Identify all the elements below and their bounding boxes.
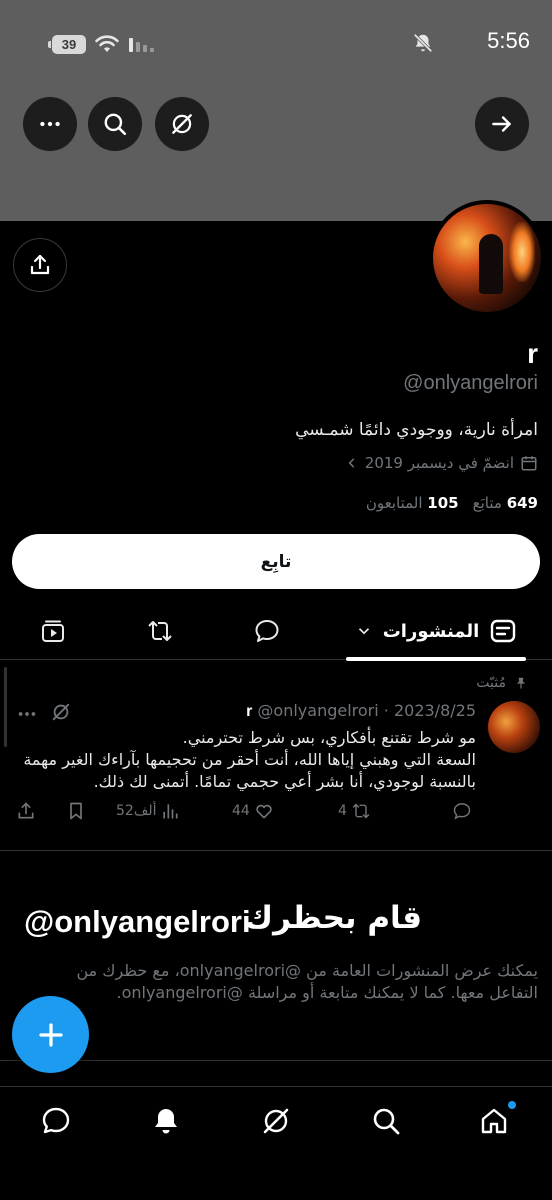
share-profile-button[interactable]: [13, 238, 67, 292]
tab-posts[interactable]: المنشورات: [346, 602, 526, 660]
share-icon: [30, 254, 50, 275]
pinned-label: مُثبّت: [476, 675, 506, 691]
following-link[interactable]: 649 متابَع: [473, 494, 538, 512]
tab-replies[interactable]: [244, 602, 290, 660]
more-horizontal-icon: [40, 121, 60, 127]
profile-tabs: المنشورات: [0, 602, 552, 661]
joined-date: انضمّ في ديسمبر 2019: [345, 454, 538, 472]
display-name: r: [527, 338, 538, 369]
pin-icon: [516, 677, 526, 689]
profile-avatar[interactable]: [429, 200, 545, 316]
pinned-indicator: مُثبّت: [476, 675, 528, 691]
grok-icon[interactable]: [50, 701, 72, 723]
follow-stats: 649 متابَع 105 المتابعون: [366, 494, 538, 512]
following-label: متابَع: [472, 494, 502, 512]
forward-button[interactable]: [475, 97, 529, 151]
pinned-post[interactable]: مُثبّت r @onlyangelrori · 2023/8/25 مو ش…: [0, 661, 552, 851]
likes-value: 44: [232, 803, 250, 819]
arrow-forward-icon: [492, 116, 511, 132]
reply-icon: [255, 620, 279, 642]
search-button[interactable]: [88, 97, 142, 151]
joined-text: انضمّ في ديسمبر 2019: [364, 454, 514, 472]
more-button[interactable]: [23, 97, 77, 151]
battery-icon: 39: [48, 35, 86, 54]
views-value: 52ألف: [116, 803, 157, 819]
chevron-down-icon: [358, 628, 369, 635]
reply-icon: [453, 803, 471, 820]
bottom-nav: [0, 1086, 552, 1200]
following-count: 649: [506, 494, 538, 512]
blocked-title: قام بحظرك: [244, 900, 422, 936]
post-text: مو شرط تقتنع بأفكاري، بس شرط تحترمني. ال…: [23, 728, 476, 791]
chevron-left-icon: [348, 458, 355, 468]
views-count[interactable]: 52ألف: [116, 801, 180, 821]
profile-handle: @onlyangelrori: [403, 372, 538, 394]
followers-count: 105: [427, 494, 459, 512]
post-header: r @onlyangelrori · 2023/8/25: [246, 701, 476, 721]
grok-icon: [263, 1108, 289, 1134]
share-post-button[interactable]: [16, 801, 36, 821]
posts-icon: [491, 619, 516, 643]
nav-notifications[interactable]: [150, 1105, 186, 1141]
tab-reposts[interactable]: [137, 602, 183, 660]
compose-button[interactable]: [12, 996, 89, 1073]
avatar-figure: [479, 234, 503, 294]
tab-media[interactable]: [30, 602, 76, 660]
like-button[interactable]: 44: [232, 801, 274, 821]
reply-button[interactable]: [452, 801, 472, 821]
heart-icon: [256, 804, 272, 819]
repost-icon: [148, 621, 172, 641]
post-avatar[interactable]: [488, 701, 540, 753]
profile-bio: امرأة نارية، ووجودي دائمًا شمـسي: [295, 420, 538, 440]
nav-messages[interactable]: [40, 1105, 76, 1141]
nav-search[interactable]: [370, 1105, 406, 1141]
tab-posts-label: المنشورات: [382, 620, 480, 642]
post-handle-date: @onlyangelrori · 2023/8/25: [257, 701, 476, 720]
bookmark-button[interactable]: [66, 801, 86, 821]
signal-icon: [129, 38, 154, 52]
nav-home[interactable]: [478, 1101, 516, 1141]
blocked-handle: @onlyangelrori: [24, 904, 251, 939]
post-actions: 52ألف 44 4: [16, 801, 476, 827]
analytics-icon: [163, 804, 178, 819]
plus-icon: [38, 1022, 63, 1047]
grok-button[interactable]: [155, 97, 209, 151]
avatar-flame: [509, 222, 535, 282]
repost-icon: [352, 803, 370, 819]
divider: [0, 1060, 552, 1061]
follow-button[interactable]: تابِع: [12, 534, 540, 589]
nav-grok[interactable]: [260, 1105, 296, 1141]
wifi-icon: [95, 35, 119, 52]
search-icon: [373, 1108, 400, 1135]
post-author[interactable]: r: [246, 703, 252, 720]
bookmark-icon: [70, 802, 82, 820]
followers-link[interactable]: 105 المتابعون: [366, 494, 459, 512]
home-icon: [481, 1108, 507, 1134]
share-icon: [18, 802, 34, 819]
media-icon: [42, 620, 64, 642]
status-time: 5:56: [487, 28, 530, 53]
status-bar: 39 5:56: [0, 0, 552, 90]
chat-icon: [42, 1107, 70, 1134]
repost-button[interactable]: 4: [338, 801, 371, 821]
search-icon: [104, 113, 127, 136]
grok-icon: [172, 114, 192, 134]
bell-muted-icon: [413, 33, 433, 53]
followers-label: المتابعون: [365, 494, 423, 512]
reposts-value: 4: [338, 803, 347, 819]
more-horizontal-icon[interactable]: [16, 703, 38, 725]
calendar-icon: [521, 456, 537, 471]
blocked-description: يمكنك عرض المنشورات العامة من @onlyangel…: [76, 961, 538, 1002]
notification-dot: [508, 1101, 516, 1109]
bell-icon: [155, 1109, 177, 1134]
